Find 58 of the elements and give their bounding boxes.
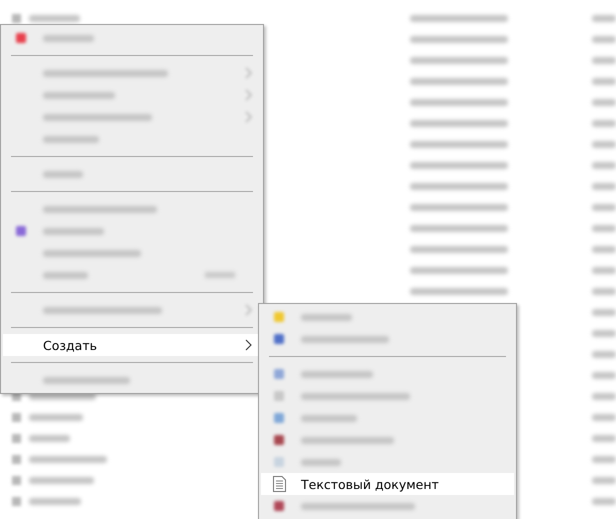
blurred-file-size: [592, 330, 616, 337]
blurred-menu-item[interactable]: [301, 370, 373, 378]
file-icon: [12, 434, 21, 443]
blurred-menu-item[interactable]: [301, 502, 415, 510]
blurred-menu-item[interactable]: [43, 376, 130, 384]
blurred-menu-item[interactable]: [301, 436, 394, 444]
blurred-menu-item[interactable]: [43, 228, 104, 234]
blurred-menu-item[interactable]: [43, 114, 152, 120]
file-icon: [12, 497, 21, 506]
file-icon: [12, 14, 21, 23]
blurred-menu-item[interactable]: [43, 34, 94, 42]
blurred-file-name: [29, 15, 80, 22]
blurred-menu-item[interactable]: [43, 136, 99, 142]
blurred-file-size: [592, 267, 616, 274]
file-icon: [12, 455, 21, 464]
blurred-menu-item[interactable]: [43, 170, 83, 178]
blurred-file-size: [592, 351, 616, 358]
blurred-file-size: [592, 414, 616, 421]
blurred-file-size: [592, 309, 616, 316]
blurred-menu-item[interactable]: [43, 272, 88, 278]
blurred-file-size: [592, 183, 616, 190]
blurred-file-size: [592, 99, 616, 106]
menu-item[interactable]: Создать: [3, 334, 261, 356]
blurred-file-name: [29, 498, 81, 505]
text-document-icon: [272, 476, 286, 492]
blurred-file-size: [592, 477, 616, 484]
blurred-file-name: [29, 435, 70, 442]
blurred-menu-item[interactable]: [43, 250, 141, 256]
blurred-menu-item[interactable]: [301, 414, 357, 422]
file-icon: [12, 413, 21, 422]
blurred-file-size: [592, 246, 616, 253]
blurred-file-size: [592, 393, 616, 400]
blurred-menu-item[interactable]: [301, 392, 410, 400]
file-icon: [12, 476, 21, 485]
blurred-file-size: [592, 435, 616, 442]
blurred-file-size: [592, 225, 616, 232]
blurred-file-name: [29, 414, 83, 421]
blurred-file-size: [592, 120, 616, 127]
blurred-file-size: [592, 141, 616, 148]
blurred-file-size: [592, 498, 616, 505]
blurred-menu-item[interactable]: [43, 306, 162, 314]
blurred-menu-item[interactable]: [301, 336, 389, 342]
blurred-file-size: [592, 288, 616, 295]
blurred-menu-item[interactable]: [43, 70, 168, 76]
blurred-menu-item[interactable]: [301, 458, 341, 466]
blurred-menu-item[interactable]: [43, 92, 115, 98]
blurred-menu-item[interactable]: [301, 314, 352, 320]
blurred-file-size: [592, 372, 616, 379]
blurred-file-size: [592, 78, 616, 85]
blurred-menu-item[interactable]: [43, 206, 157, 212]
blurred-file-size: [592, 36, 616, 43]
blurred-file-size: [592, 57, 616, 64]
blurred-file-size: [592, 15, 616, 22]
blurred-file-size: [592, 456, 616, 463]
blurred-file-size: [592, 162, 616, 169]
blurred-file-name: [29, 477, 94, 484]
menu-item[interactable]: Текстовый документ: [261, 473, 514, 495]
blurred-file-size: [592, 204, 616, 211]
